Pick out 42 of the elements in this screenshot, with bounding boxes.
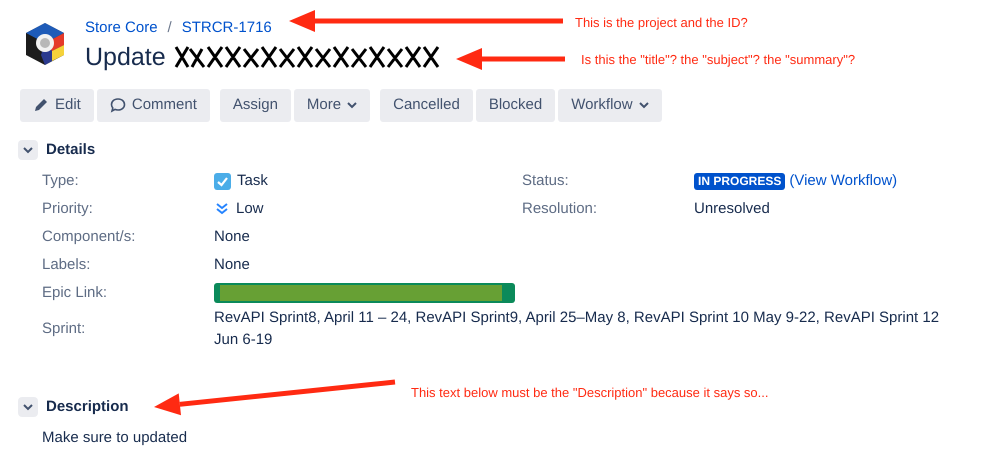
field-label: Component/s: [42, 226, 136, 247]
status-lozenge: IN PROGRESS [694, 172, 786, 190]
collapse-toggle[interactable] [18, 397, 38, 418]
toolbar-button[interactable]: Assign [220, 88, 291, 122]
field-label: Type: [42, 170, 79, 191]
toolbar-button[interactable]: Edit [20, 88, 94, 122]
view-workflow-link[interactable]: (View Workflow) [789, 170, 898, 192]
annotation-text: This text below must be the "Description" because it says so... [411, 384, 768, 402]
dropdown-button[interactable]: Workflow [558, 88, 662, 122]
caret-icon [638, 101, 649, 109]
field-label: Priority: [42, 198, 93, 219]
annotation-text: Is this the "title"? the "subject"? the "summary"? [581, 51, 856, 69]
field-label: Status: [522, 170, 569, 191]
field-label: Sprint: [42, 318, 86, 339]
collapse-toggle[interactable] [18, 140, 38, 160]
field-value: RevAPI Sprint8, April 11 – 24, RevAPI Sprint9, April 25–May 8, RevAPI Sprint 10 May 9-22, RevAPI Sprint 12 Jun 6-19 [214, 308, 940, 350]
field-value: Unresolved [694, 198, 770, 219]
project-logo-icon [23, 21, 67, 67]
section-heading: Details [46, 140, 96, 160]
caret-icon [347, 101, 358, 109]
issue-title: Update [85, 42, 166, 72]
project-link[interactable]: Store Core [85, 17, 158, 40]
breadcrumb-separator: / [168, 18, 172, 38]
issue-key-link[interactable]: STRCR-1716 [182, 17, 272, 40]
speech-bubble-icon [110, 97, 126, 113]
double-chevron-down-icon [214, 201, 230, 217]
field-value: Low [236, 199, 264, 219]
field-value: Task [237, 171, 268, 191]
toolbar-button[interactable]: Cancelled [380, 88, 473, 122]
annotation-text: This is the project and the ID? [575, 14, 748, 32]
toolbar-button[interactable]: Blocked [476, 88, 556, 122]
toolbar-button[interactable]: Comment [96, 88, 210, 122]
field-value: None [214, 227, 250, 247]
pencil-icon [33, 97, 49, 113]
dropdown-button[interactable]: More [294, 88, 370, 122]
field-label: Labels: [42, 254, 90, 275]
field-label: Resolution: [522, 198, 598, 219]
field-label: Epic Link: [42, 282, 108, 303]
section-heading: Description [46, 397, 129, 417]
checkbox-icon [214, 172, 231, 190]
field-value: None [214, 255, 250, 275]
description-text: Make sure to updated [41, 428, 188, 448]
